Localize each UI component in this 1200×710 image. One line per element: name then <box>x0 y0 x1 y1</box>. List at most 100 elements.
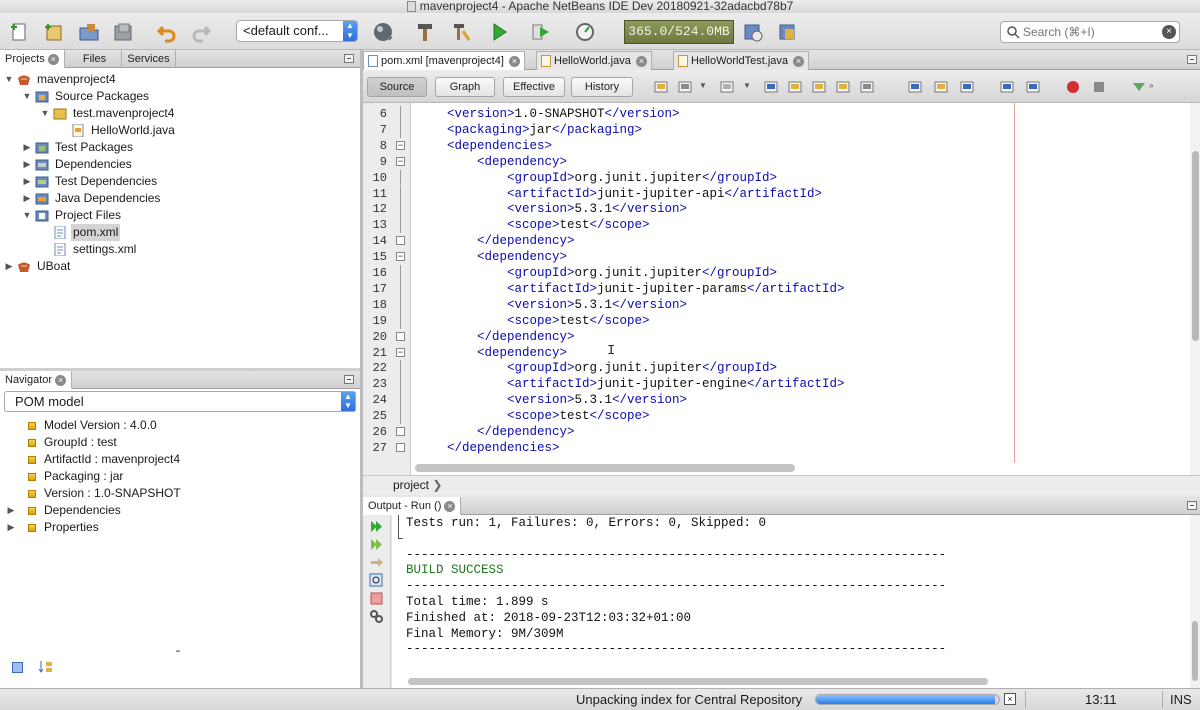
navigator-item[interactable]: ▶ Properties <box>6 519 99 536</box>
find-next-icon[interactable] <box>811 79 827 95</box>
memory-usage-meter[interactable]: 365.0/524.0MB <box>624 20 734 44</box>
navigator-item[interactable]: ▶ Dependencies <box>6 502 121 519</box>
tree-item[interactable]: HelloWorld.java <box>58 122 177 139</box>
editor-tab[interactable]: HelloWorld.java × <box>536 51 652 70</box>
tab-files[interactable]: Files <box>68 50 122 68</box>
navigator-item[interactable]: GroupId : test <box>6 434 117 451</box>
minimize-icon[interactable] <box>344 54 354 63</box>
collapsed-triangle-icon[interactable]: ▶ <box>4 258 14 275</box>
collapsed-triangle-icon[interactable]: ▶ <box>6 519 16 536</box>
find-icon[interactable] <box>369 573 384 588</box>
undo-icon[interactable] <box>156 21 178 43</box>
build-hammer-icon[interactable] <box>414 21 436 43</box>
clear-search-icon[interactable]: × <box>1162 25 1176 39</box>
close-icon[interactable]: × <box>793 55 805 67</box>
close-icon[interactable]: × <box>444 500 456 512</box>
search-input[interactable] <box>1023 24 1163 40</box>
stop-macro-icon[interactable] <box>1091 79 1107 95</box>
tab-services[interactable]: Services <box>122 50 176 68</box>
fold-collapse-icon[interactable]: − <box>396 347 405 357</box>
collapsed-triangle-icon[interactable]: ▶ <box>6 502 16 519</box>
toggle-highlight-icon[interactable] <box>835 79 851 95</box>
open-project-icon[interactable] <box>78 21 100 43</box>
fold-collapse-icon[interactable]: − <box>396 252 405 262</box>
tree-item[interactable]: pom.xml <box>40 224 121 241</box>
fold-collapse-icon[interactable]: − <box>396 140 405 150</box>
uncomment-icon[interactable] <box>1025 79 1041 95</box>
comment-icon[interactable] <box>999 79 1015 95</box>
output-console[interactable]: Tests run: 1, Failures: 0, Errors: 0, Sk… <box>392 515 1200 688</box>
close-icon[interactable]: × <box>635 55 647 67</box>
navigator-view-combo[interactable]: POM model ▲ ▼ <box>4 391 356 412</box>
expanded-triangle-icon[interactable]: ▼ <box>22 88 32 105</box>
navigator-item[interactable]: Packaging : jar <box>6 468 123 485</box>
tree-item[interactable]: ▶ Test Dependencies <box>22 173 159 190</box>
quick-search[interactable]: × <box>1000 21 1180 43</box>
minimize-icon[interactable] <box>1187 55 1197 64</box>
tree-item[interactable]: settings.xml <box>40 241 138 258</box>
view-history-button[interactable]: History <box>571 77 633 97</box>
record-macro-icon[interactable] <box>1065 79 1081 95</box>
expanded-triangle-icon[interactable]: ▼ <box>4 71 14 88</box>
last-edit-icon[interactable] <box>653 79 669 95</box>
rerun-icon[interactable] <box>369 519 384 534</box>
minimize-icon[interactable] <box>344 375 354 384</box>
output-horizontal-scrollbar[interactable] <box>408 678 988 685</box>
shift-right-icon[interactable] <box>933 79 949 95</box>
forward-icon[interactable] <box>719 79 735 95</box>
profile-icon[interactable] <box>574 21 596 43</box>
expanded-triangle-icon[interactable]: ▼ <box>22 207 32 224</box>
navigator-item[interactable]: Version : 1.0-SNAPSHOT <box>6 485 181 502</box>
cancel-task-icon[interactable]: × <box>1004 693 1016 705</box>
shift-left-icon[interactable] <box>907 79 923 95</box>
view-effective-button[interactable]: Effective <box>503 77 565 97</box>
view-source-button[interactable]: Source <box>367 77 427 97</box>
stop-icon[interactable] <box>369 591 384 606</box>
new-project-icon[interactable] <box>42 21 64 43</box>
run-icon[interactable] <box>488 21 510 43</box>
new-file-icon[interactable] <box>8 21 30 43</box>
close-icon[interactable]: × <box>47 53 59 65</box>
pause-io-icon[interactable] <box>776 21 798 43</box>
arrow-right-icon[interactable] <box>369 555 384 570</box>
gc-icon[interactable] <box>742 21 764 43</box>
tab-projects[interactable]: Projects × <box>0 50 65 68</box>
expanded-triangle-icon[interactable]: ▼ <box>40 105 50 122</box>
view-graph-button[interactable]: Graph <box>435 77 495 97</box>
tree-item[interactable]: ▼ test.mavenproject4 <box>40 105 176 122</box>
tree-item[interactable]: ▼ Project Files <box>22 207 123 224</box>
clean-build-icon[interactable] <box>450 21 472 43</box>
toggle-bookmark-icon[interactable] <box>959 79 975 95</box>
collapsed-triangle-icon[interactable]: ▶ <box>22 190 32 207</box>
editor-horizontal-scrollbar[interactable] <box>415 464 795 472</box>
settings-icon[interactable] <box>369 609 384 624</box>
breadcrumb-item[interactable]: project <box>393 478 429 492</box>
navigator-item[interactable]: ArtifactId : mavenproject4 <box>6 451 180 468</box>
filter-icon[interactable] <box>12 662 23 673</box>
debug-icon[interactable] <box>530 21 552 43</box>
build-target-icon[interactable] <box>372 21 394 43</box>
close-icon[interactable]: × <box>55 374 67 386</box>
back-dropdown-icon[interactable]: ▼ <box>699 81 707 90</box>
collapsed-triangle-icon[interactable]: ▶ <box>22 173 32 190</box>
find-selection-icon[interactable] <box>763 79 779 95</box>
xml-validate-icon[interactable] <box>1131 79 1147 95</box>
minimize-icon[interactable] <box>1187 501 1197 510</box>
output-vertical-scrollbar[interactable] <box>1192 621 1198 681</box>
collapsed-triangle-icon[interactable]: ▶ <box>22 139 32 156</box>
find-previous-icon[interactable] <box>787 79 803 95</box>
more-tools-icon[interactable]: » <box>1149 81 1153 90</box>
redo-icon[interactable] <box>190 21 212 43</box>
close-project-icon[interactable] <box>112 21 134 43</box>
forward-dropdown-icon[interactable]: ▼ <box>743 81 751 90</box>
close-icon[interactable]: × <box>508 55 520 67</box>
rectangular-select-icon[interactable] <box>859 79 875 95</box>
rerun-with-options-icon[interactable] <box>369 537 384 552</box>
tree-item[interactable]: ▼ Source Packages <box>22 88 151 105</box>
collapsed-triangle-icon[interactable]: ▶ <box>22 156 32 173</box>
navigator-item[interactable]: Model Version : 4.0.0 <box>6 417 157 434</box>
tree-item[interactable]: ▶ UBoat <box>4 258 72 275</box>
tree-item[interactable]: ▼ mavenproject4 <box>4 71 118 88</box>
editor-vertical-scrollbar[interactable] <box>1192 151 1199 341</box>
tree-item[interactable]: ▶ Java Dependencies <box>22 190 162 207</box>
